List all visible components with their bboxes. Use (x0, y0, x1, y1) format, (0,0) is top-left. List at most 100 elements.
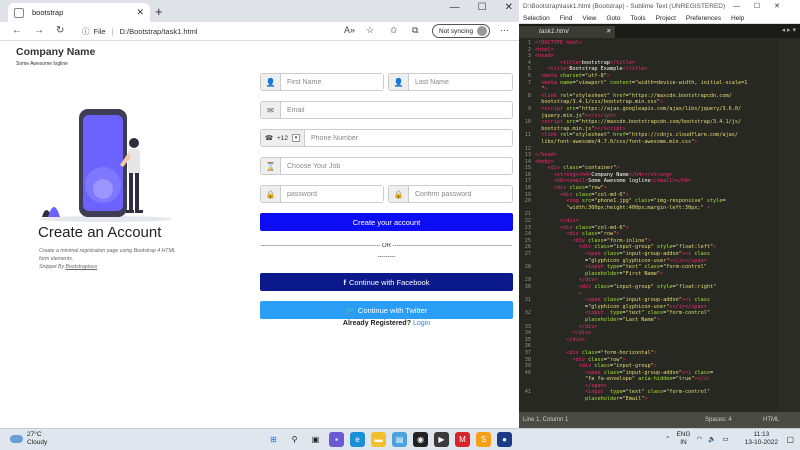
close-window-icon[interactable]: ✕ (505, 2, 513, 13)
phone-code-dropdown[interactable]: ▾ (292, 134, 300, 142)
code-line[interactable]: 30 <div class="input-group" style="float… (519, 284, 800, 291)
login-link[interactable]: Login (413, 320, 430, 327)
favorites-list-icon[interactable]: ✩ (390, 25, 398, 36)
twitter-button[interactable]: 🐦 Continue with Twitter (260, 301, 513, 319)
code-line[interactable]: 23 <div class="col-md-6"> (519, 225, 800, 232)
code-line[interactable]: </span> (519, 383, 800, 390)
code-line[interactable]: 6 <meta charset="utf-8"> (519, 73, 800, 80)
menu-item[interactable]: Project (656, 13, 676, 23)
minimize-icon[interactable]: — (450, 2, 460, 13)
menu-item[interactable]: View (582, 13, 596, 23)
code-line[interactable]: 3 <head> (519, 53, 800, 60)
create-account-button[interactable]: Create your account (260, 213, 513, 231)
back-icon[interactable]: ← (12, 25, 22, 36)
language-indicator[interactable]: ENG IN (676, 431, 690, 447)
code-line[interactable]: 39 <div class="input-group"> (519, 363, 800, 370)
code-line[interactable]: 38 <div class="row"> (519, 357, 800, 364)
refresh-icon[interactable]: ↻ (56, 25, 64, 36)
code-line[interactable]: 28 <input type="text" class="form-contro… (519, 264, 800, 271)
code-line[interactable]: "> (519, 86, 800, 93)
code-line[interactable]: 5 <title>Bootstrap Example</title> (519, 66, 800, 73)
code-line[interactable]: 32 <input type="text" class="form-contro… (519, 310, 800, 317)
code-line[interactable]: 41 <input type="text" class="form-contro… (519, 389, 800, 396)
code-line[interactable]: ="glyphicon glyphicon-user"></i></span> (519, 258, 800, 265)
code-line[interactable]: 14 <body> (519, 159, 800, 166)
search-icon[interactable]: ⚲ (287, 432, 302, 447)
menu-item[interactable]: Goto (606, 13, 620, 23)
editor-tab[interactable]: task1.html ✕ (519, 26, 615, 38)
code-line[interactable]: 22 </div> (519, 218, 800, 225)
code-line[interactable]: 29 </div> (519, 277, 800, 284)
code-line[interactable]: 40 <span class="input-group-addon"><i cl… (519, 370, 800, 377)
forward-icon[interactable]: → (34, 25, 44, 36)
code-line[interactable]: 9 <script src="https://ajax.googleapis.c… (519, 106, 800, 113)
chrome-icon[interactable]: ◉ (413, 432, 428, 447)
code-line[interactable]: 18 <div class="row"> (519, 185, 800, 192)
code-line[interactable]: jquery.min.js"></script> (519, 113, 800, 120)
confirm-password-input[interactable] (409, 186, 512, 202)
last-name-input[interactable] (409, 74, 512, 90)
code-line[interactable]: 16 <strong><h4>Company Name</h4></strong… (519, 172, 800, 179)
minimap[interactable] (778, 40, 800, 412)
browser-tab[interactable]: bootstrap ✕ (8, 3, 150, 22)
code-line[interactable]: 17 <h6><small>Some Awesome logline</smal… (519, 178, 800, 185)
code-line[interactable]: placeholder="First Name"> (519, 271, 800, 278)
code-line[interactable]: 2 <html> (519, 47, 800, 54)
code-line[interactable]: 13 </head> (519, 152, 800, 159)
code-line[interactable]: bootstrap/3.4.1/css/bootstrap.min.css"> (519, 99, 800, 106)
favorites-star-icon[interactable]: ☆ (366, 25, 374, 36)
code-line[interactable]: 34 </div> (519, 330, 800, 337)
code-line[interactable]: 37 <div class="form-horizontal"> (519, 350, 800, 357)
new-tab-button[interactable]: + (155, 4, 163, 19)
wifi-icon[interactable]: ◠ (697, 435, 703, 443)
code-line[interactable]: libs/font-awesome/4.7.0/css/font-awesome… (519, 139, 800, 146)
chevron-up-icon[interactable]: ⌃ (665, 435, 670, 443)
code-line[interactable]: 7 <meta name="viewport" content="width=d… (519, 80, 800, 87)
collections-icon[interactable]: ⧉ (412, 25, 418, 36)
more-menu-icon[interactable]: ⋯ (500, 25, 509, 36)
clock[interactable]: 11:13 13-10-2022 (745, 431, 778, 447)
start-icon[interactable]: ⊞ (266, 432, 281, 447)
code-line[interactable]: bootstrap.min.js"></script> (519, 126, 800, 133)
editor-window-controls[interactable]: —☐✕ (733, 0, 794, 13)
snippet-author-link[interactable]: Bootstrapious (66, 264, 98, 270)
code-line[interactable]: 19 <div class="col-md-6"> (519, 192, 800, 199)
menu-item[interactable]: Tools (630, 13, 645, 23)
edge-icon[interactable]: e (350, 432, 365, 447)
code-line[interactable]: placeholder="Last Name"> (519, 317, 800, 324)
task-view-icon[interactable]: ▣ (308, 432, 323, 447)
menu-item[interactable]: Find (560, 13, 573, 23)
menu-item[interactable]: Preferences (686, 13, 721, 23)
tab-close-icon[interactable]: ✕ (136, 7, 144, 18)
code-line[interactable]: 10 <script src="https://maxcdn.bootstrap… (519, 119, 800, 126)
maximize-icon[interactable]: ☐ (478, 2, 487, 13)
syntax-setting[interactable]: HTML (763, 412, 779, 428)
first-name-input[interactable] (281, 74, 383, 90)
code-line[interactable]: 35 </div> (519, 337, 800, 344)
code-line[interactable]: "width:300px;height:400px;margin-left:30… (519, 205, 800, 212)
notification-icon[interactable]: ▢ (786, 435, 794, 444)
teams-icon[interactable]: ▪ (329, 432, 344, 447)
code-line[interactable]: 26 <div class="input-group" style="float… (519, 244, 800, 251)
code-line[interactable]: 4 <title>bootstrap</title> (519, 60, 800, 67)
code-line[interactable]: 21 (519, 211, 800, 218)
code-line[interactable]: 8 <link rel="stylesheet" href="https://m… (519, 93, 800, 100)
code-line[interactable]: 31 <span class="input-group-addon"><i cl… (519, 297, 800, 304)
code-line[interactable]: ="glyphicon glyphicon-user"></i></span> (519, 304, 800, 311)
code-line[interactable]: 1 <!DOCTYPE html> (519, 40, 800, 47)
phone-input[interactable] (305, 130, 512, 146)
code-line[interactable]: > (519, 291, 800, 298)
media-icon[interactable]: ▶ (434, 432, 449, 447)
code-line[interactable]: 25 <div class="form-inline"> (519, 238, 800, 245)
battery-icon[interactable]: ▭ (722, 435, 728, 443)
indent-setting[interactable]: Spaces: 4 (705, 412, 732, 428)
code-line[interactable]: 11 <link rel="stylesheet" href="https://… (519, 132, 800, 139)
code-line[interactable]: "fa fa-envelope" aria-hidden="true"></i> (519, 376, 800, 383)
code-line[interactable]: 33 </div> (519, 324, 800, 331)
editor-tab-close-icon[interactable]: ✕ (606, 26, 611, 38)
code-line[interactable]: 15 <div class="container"> (519, 165, 800, 172)
menu-item[interactable]: Selection (523, 13, 550, 23)
read-aloud-icon[interactable]: A» (344, 25, 355, 35)
weather-widget[interactable]: 27°C Cloudy (10, 431, 47, 447)
volume-icon[interactable]: 🔈 (708, 435, 716, 443)
